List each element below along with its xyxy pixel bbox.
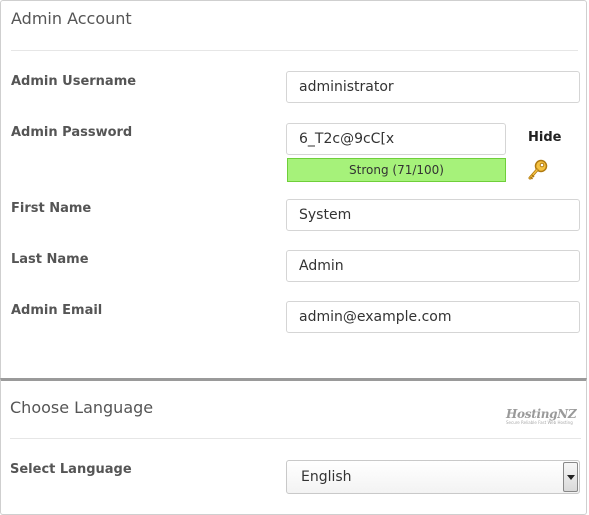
hide-password-link[interactable]: Hide [528, 130, 561, 145]
last-name-input[interactable] [286, 250, 580, 282]
admin-account-title: Admin Account [11, 9, 132, 28]
chevron-down-icon[interactable] [563, 462, 578, 492]
email-input[interactable] [286, 301, 580, 333]
password-label: Admin Password [11, 125, 133, 140]
username-label: Admin Username [11, 74, 137, 89]
last-name-label: Last Name [11, 252, 89, 267]
section-divider [11, 50, 578, 51]
select-language-label: Select Language [10, 462, 132, 477]
key-icon[interactable] [527, 158, 549, 182]
password-input[interactable] [286, 123, 506, 155]
email-label: Admin Email [11, 303, 103, 318]
brand-logo: HostingNZ Secure Reliable Fast Web Hosti… [506, 407, 577, 430]
first-name-label: First Name [11, 201, 92, 216]
section-divider [10, 438, 581, 439]
brand-tagline: Secure Reliable Fast Web Hosting [506, 420, 573, 425]
admin-account-panel: Admin Account Admin Username Admin Passw… [0, 0, 587, 380]
language-select[interactable]: English [286, 460, 580, 494]
first-name-input[interactable] [286, 199, 580, 231]
username-input[interactable] [286, 71, 580, 103]
language-selected-value: English [301, 469, 352, 485]
password-strength-meter: Strong (71/100) [287, 158, 506, 182]
choose-language-title: Choose Language [10, 398, 154, 417]
brand-name: HostingNZ [506, 407, 577, 421]
